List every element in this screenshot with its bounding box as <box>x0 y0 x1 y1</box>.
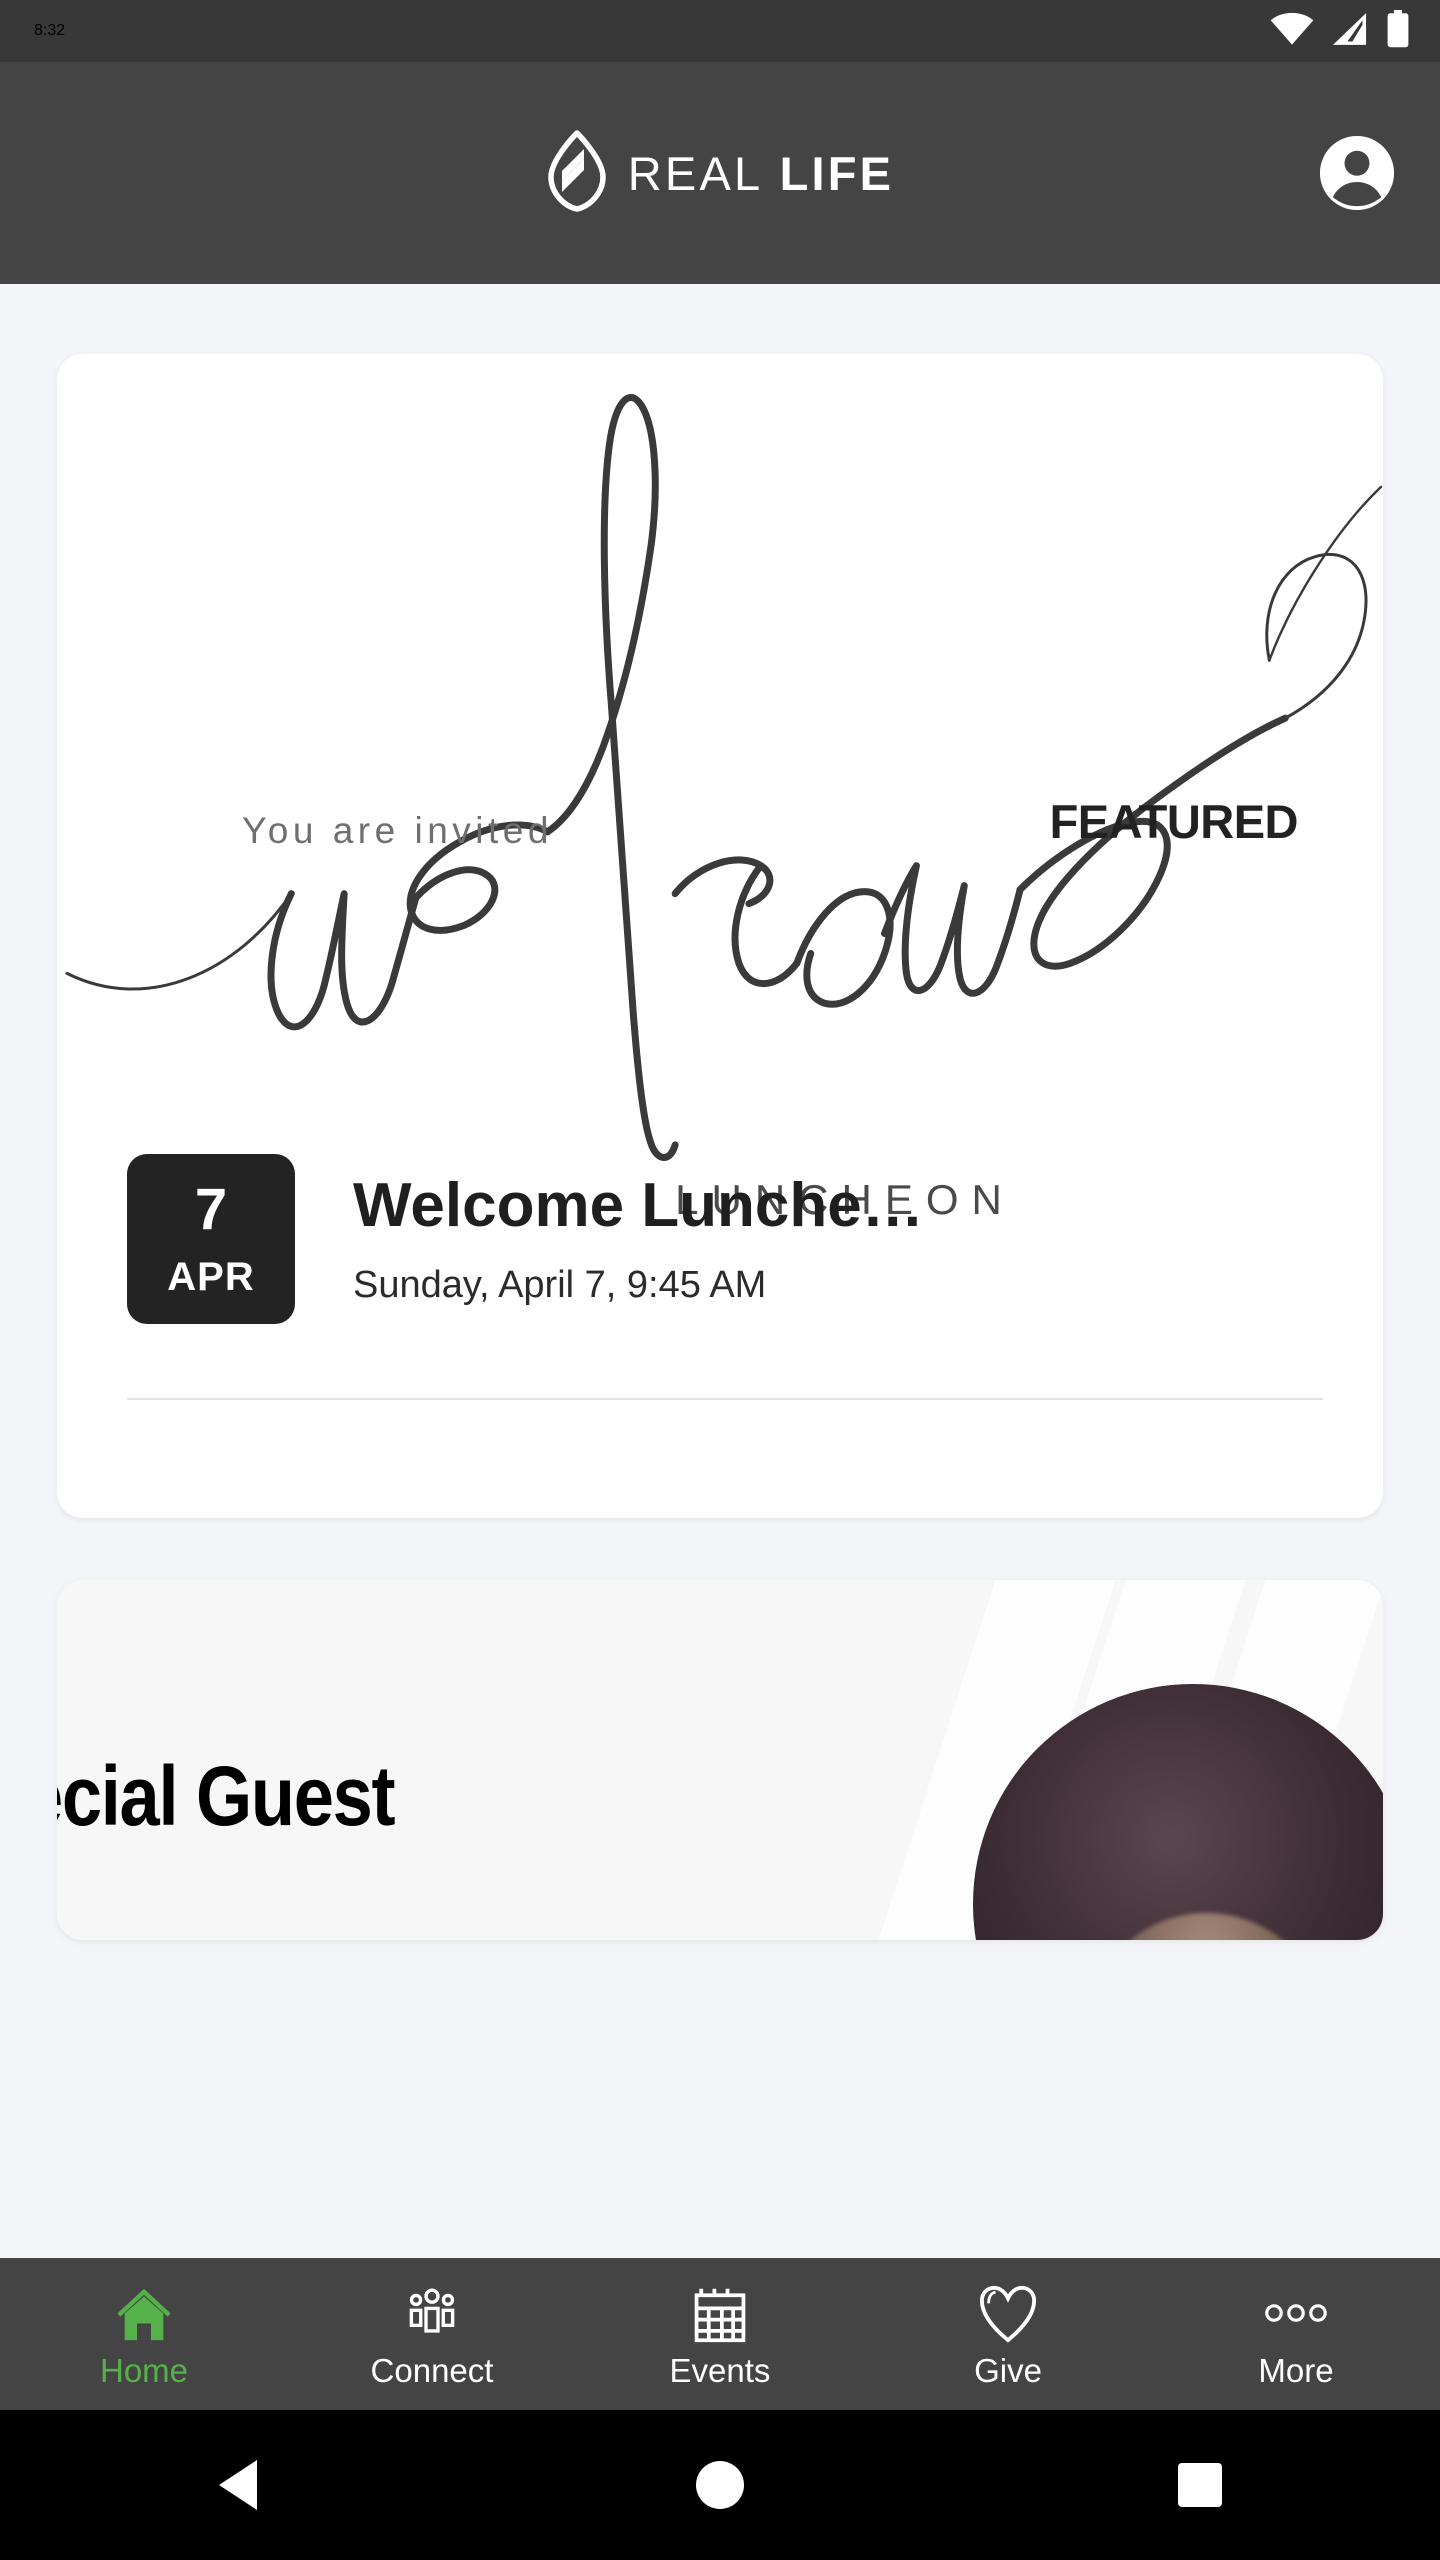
battery-icon <box>1386 9 1410 53</box>
welcome-script-lettering <box>65 394 1383 1161</box>
event-datetime: Sunday, April 7, 9:45 AM <box>353 1263 767 1306</box>
event-date-month: APR <box>167 1255 255 1299</box>
brand-wordmark: REAL LIFE <box>628 146 895 201</box>
android-navigation-bar[interactable] <box>0 2410 1440 2560</box>
nav-back-button[interactable] <box>180 2410 300 2560</box>
home-feed-scroll[interactable]: You are invited FEATURED LUNCHEON 7 APR … <box>0 284 1440 2560</box>
tab-events-label: Events <box>669 2351 771 2389</box>
nav-home-button[interactable] <box>660 2410 780 2560</box>
profile-avatar-button[interactable] <box>1318 134 1396 212</box>
status-bar-icons <box>1270 9 1410 53</box>
account-avatar-icon <box>1319 135 1395 211</box>
people-group-icon <box>402 2282 462 2344</box>
special-guest-card[interactable]: ecial Guest <box>57 1580 1383 1940</box>
status-bar-clock: 8:32 <box>34 22 66 39</box>
app-header: REAL LIFE <box>0 62 1440 284</box>
event-text-block: Welcome Lunche… Sunday, April 7, 9:45 AM <box>353 1170 1323 1309</box>
brand-life: LIFE <box>779 146 895 200</box>
tab-home[interactable]: Home <box>0 2258 288 2410</box>
card-bottom-padding <box>57 1400 1383 1518</box>
tab-more-label: More <box>1258 2351 1334 2389</box>
tab-connect[interactable]: Connect <box>288 2258 576 2410</box>
tab-connect-label: Connect <box>370 2351 494 2389</box>
event-title: Welcome Lunche… <box>353 1170 924 1240</box>
tab-more[interactable]: More <box>1152 2258 1440 2410</box>
event-summary-row[interactable]: 7 APR Welcome Lunche… Sunday, April 7, 9… <box>57 1154 1383 1324</box>
tab-give[interactable]: Give <box>864 2258 1152 2410</box>
cellular-signal-icon <box>1330 12 1370 51</box>
nav-recents-button[interactable] <box>1140 2410 1260 2560</box>
event-date-badge: 7 APR <box>127 1154 295 1324</box>
flyer-kicker: You are invited <box>242 810 553 851</box>
featured-event-card[interactable]: You are invited FEATURED LUNCHEON 7 APR … <box>57 354 1383 1518</box>
real-life-leaf-logo-icon <box>546 129 608 217</box>
tab-events[interactable]: Events <box>576 2258 864 2410</box>
home-icon <box>113 2282 175 2344</box>
bottom-tab-bar[interactable]: Home Connect Events Give More <box>0 2258 1440 2410</box>
brand-lockup: REAL LIFE <box>546 129 895 217</box>
brand-real: REAL <box>627 146 764 200</box>
event-row-divider <box>127 1398 1323 1400</box>
back-triangle-icon <box>219 2460 257 2510</box>
heart-icon <box>977 2282 1039 2344</box>
featured-badge: FEATURED <box>1049 795 1299 848</box>
status-bar: 8:32 <box>0 0 1440 62</box>
home-circle-icon <box>696 2461 744 2509</box>
tab-home-label: Home <box>99 2351 189 2389</box>
recents-square-icon <box>1178 2463 1222 2507</box>
calendar-icon <box>691 2282 749 2344</box>
event-date-day: 7 <box>194 1177 228 1242</box>
wifi-icon <box>1270 12 1314 51</box>
guest-card-title: ecial Guest <box>57 1749 396 1843</box>
ellipsis-icon <box>1264 2282 1328 2344</box>
tab-give-label: Give <box>974 2351 1042 2389</box>
guest-hair-detail <box>1078 1912 1334 1940</box>
